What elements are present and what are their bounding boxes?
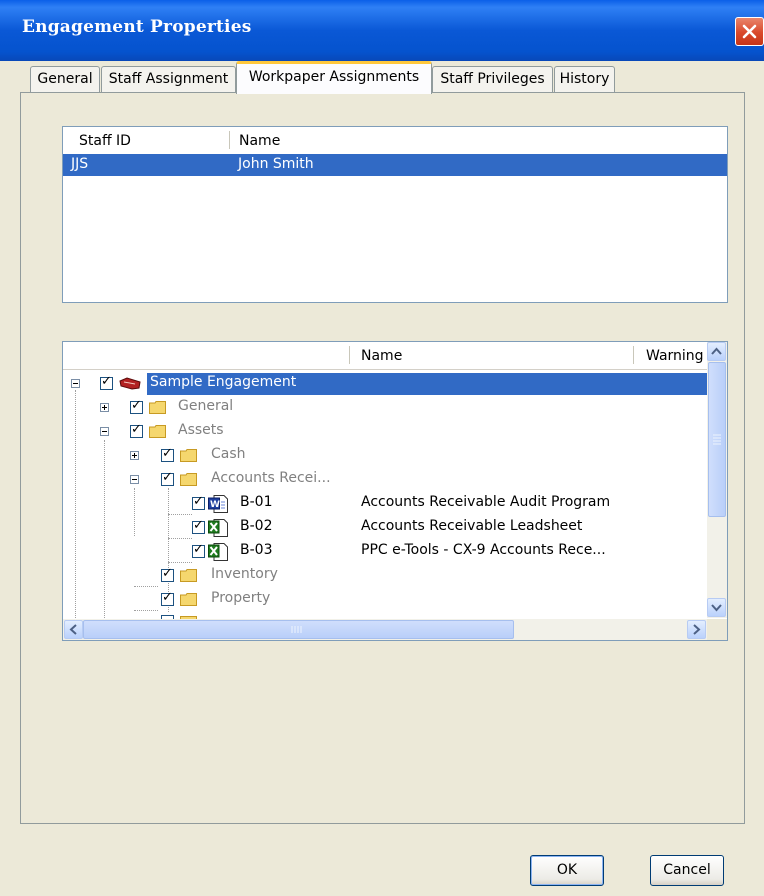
- engagement-icon: [119, 377, 141, 390]
- tree-node-inventory[interactable]: Inventory: [63, 565, 363, 587]
- scroll-down-button[interactable]: [707, 598, 726, 617]
- checkbox-checked[interactable]: [192, 518, 205, 534]
- chevron-up-icon: [711, 347, 722, 355]
- collapse-icon[interactable]: [71, 379, 80, 388]
- ok-button[interactable]: OK: [530, 855, 604, 886]
- tree-node-label: Cash: [211, 446, 246, 462]
- column-header-name[interactable]: Name: [239, 133, 280, 149]
- checkbox-checked[interactable]: [161, 590, 174, 606]
- tree-node-assets[interactable]: Assets: [63, 421, 363, 443]
- grip-icon: [291, 626, 302, 633]
- checkbox-checked[interactable]: [161, 566, 174, 582]
- tree-node-accounts-receivable[interactable]: Accounts Recei...: [63, 469, 363, 491]
- scroll-left-button[interactable]: [64, 620, 83, 639]
- grip-icon: [713, 434, 721, 445]
- checkbox-checked[interactable]: [161, 470, 174, 486]
- staff-id-cell: JJS: [71, 156, 89, 172]
- staff-list-header: Staff ID Name: [63, 127, 727, 155]
- vertical-scrollbar[interactable]: [707, 342, 727, 618]
- folder-icon: [180, 593, 197, 606]
- column-separator[interactable]: [633, 346, 634, 364]
- close-button[interactable]: [735, 17, 764, 46]
- tree-node-b-01[interactable]: W B-01 Accounts Receivable Audit Program: [63, 493, 707, 515]
- tab-workpaper-assignments[interactable]: Workpaper Assignments: [236, 61, 432, 94]
- column-separator[interactable]: [349, 346, 350, 364]
- workpaper-name: PPC e-Tools - CX-9 Accounts Rece...: [361, 542, 606, 558]
- workpaper-tree[interactable]: Name Warning Sample Engagement General: [62, 341, 728, 641]
- checkbox-checked[interactable]: [161, 446, 174, 462]
- tree-node-b-03[interactable]: B-03 PPC e-Tools - CX-9 Accounts Rece...: [63, 541, 707, 563]
- scrollbar-corner: [707, 619, 727, 640]
- collapse-icon[interactable]: [130, 475, 139, 484]
- folder-icon: [180, 449, 197, 462]
- workpaper-reference: B-01: [240, 494, 273, 510]
- scroll-thumb[interactable]: [708, 362, 726, 517]
- cancel-button[interactable]: Cancel: [650, 855, 724, 886]
- column-header-staff-id[interactable]: Staff ID: [79, 133, 131, 149]
- tab-staff-assignment[interactable]: Staff Assignment: [101, 66, 236, 92]
- staff-list[interactable]: Staff ID Name JJS John Smith: [62, 126, 728, 303]
- tree-node-label: Accounts Recei...: [211, 470, 331, 486]
- folder-icon: [180, 473, 197, 486]
- workpaper-name: Accounts Receivable Audit Program: [361, 494, 611, 510]
- excel-doc-icon: [208, 543, 228, 561]
- folder-icon: [180, 569, 197, 582]
- staff-name-cell: John Smith: [238, 156, 314, 172]
- tree-node-general[interactable]: General: [63, 397, 363, 419]
- chevron-right-icon: [693, 624, 701, 635]
- svg-text:W: W: [210, 500, 220, 510]
- word-doc-icon: W: [208, 495, 228, 513]
- tab-history[interactable]: History: [554, 66, 615, 92]
- folder-icon: [149, 425, 166, 438]
- workpaper-name: Accounts Receivable Leadsheet: [361, 518, 583, 534]
- collapse-icon[interactable]: [100, 427, 109, 436]
- workpaper-reference: B-02: [240, 518, 273, 534]
- checkbox-checked[interactable]: [130, 398, 143, 414]
- expand-icon[interactable]: [130, 451, 139, 460]
- table-row[interactable]: JJS John Smith: [63, 154, 727, 176]
- scroll-up-button[interactable]: [707, 342, 726, 361]
- expand-icon[interactable]: [100, 403, 109, 412]
- chevron-down-icon: [711, 604, 722, 612]
- checkbox-checked[interactable]: [192, 542, 205, 558]
- close-icon: [742, 24, 757, 39]
- tree-node-label: Property: [211, 590, 271, 606]
- tree-node-sample-engagement[interactable]: Sample Engagement: [63, 373, 707, 395]
- checkbox-checked[interactable]: [130, 422, 143, 438]
- workpaper-reference: B-03: [240, 542, 273, 558]
- horizontal-scrollbar[interactable]: [63, 619, 707, 640]
- tree-node-label: Sample Engagement: [150, 374, 297, 390]
- checkbox-checked[interactable]: [192, 494, 205, 510]
- tree-node-b-02[interactable]: B-02 Accounts Receivable Leadsheet: [63, 517, 707, 539]
- excel-doc-icon: [208, 519, 228, 537]
- column-header-warning[interactable]: Warning: [646, 348, 704, 364]
- scroll-thumb[interactable]: [83, 620, 514, 639]
- tree-node-label: Inventory: [211, 566, 278, 582]
- scroll-right-button[interactable]: [687, 620, 706, 639]
- column-separator[interactable]: [229, 131, 230, 149]
- column-header-name[interactable]: Name: [361, 348, 402, 364]
- tree-node-property[interactable]: Property: [63, 589, 363, 611]
- chevron-left-icon: [69, 624, 77, 635]
- tree-node-label: Assets: [178, 422, 224, 438]
- tab-general[interactable]: General: [30, 66, 100, 92]
- tree-node-cash[interactable]: Cash: [63, 445, 363, 467]
- tree-node-label: General: [178, 398, 234, 414]
- folder-icon: [149, 401, 166, 414]
- title-bar: Engagement Properties: [0, 0, 764, 61]
- checkbox-checked[interactable]: [100, 374, 113, 390]
- tree-header: Name Warning: [63, 342, 707, 370]
- tab-staff-privileges[interactable]: Staff Privileges: [432, 66, 553, 92]
- window-title: Engagement Properties: [22, 17, 252, 37]
